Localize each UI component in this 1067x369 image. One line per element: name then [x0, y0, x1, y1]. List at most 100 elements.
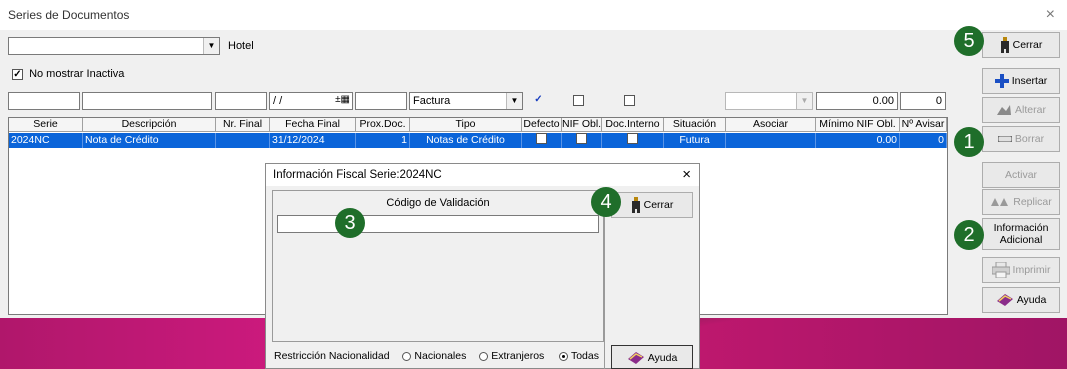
edit-pencil-icon: [997, 105, 1012, 116]
chevron-down-icon[interactable]: ▼: [203, 38, 219, 54]
checkbox[interactable]: [627, 133, 638, 144]
cell-doc-interno: [602, 133, 664, 148]
cell-serie: 2024NC: [9, 133, 83, 148]
col-header-nr-final[interactable]: Nr. Final: [216, 118, 270, 132]
filter-tipo-value: Factura: [413, 95, 451, 107]
filter-serie[interactable]: [8, 92, 80, 110]
filter-minimo[interactable]: 0.00: [816, 92, 898, 110]
filter-fecha-value: / /: [273, 95, 283, 107]
col-header-asociar[interactable]: Asociar: [726, 118, 816, 132]
radio-nacionales-label: Nacionales: [414, 350, 467, 362]
filter-fecha-final[interactable]: / / ±▦: [269, 92, 353, 110]
cell-avisar: 0: [900, 133, 947, 148]
checkbox[interactable]: [536, 133, 547, 144]
dialog-titlebar: Información Fiscal Serie:2024NC ×: [266, 164, 699, 186]
cell-descripcion: Nota de Crédito: [83, 133, 216, 148]
plus-cross-icon: [994, 74, 1009, 89]
imprimir-label: Imprimir: [1012, 264, 1051, 276]
radio-todas-label: Todas: [570, 350, 599, 362]
info-label-line2: Adicional: [999, 234, 1043, 246]
col-header-fecha-final[interactable]: Fecha Final: [270, 118, 356, 132]
cerrar-button[interactable]: Cerrar: [982, 32, 1060, 58]
col-header-minimo[interactable]: Mínimo NIF Obl.: [816, 118, 900, 132]
col-header-prox-doc[interactable]: Prox.Doc.: [356, 118, 410, 132]
person-exit-icon: [631, 197, 640, 214]
alterar-label: Alterar: [1015, 104, 1046, 116]
replicar-button[interactable]: Replicar: [982, 189, 1060, 215]
filter-doc-interno-check[interactable]: [624, 95, 635, 106]
filter-nif-check[interactable]: [573, 95, 584, 106]
step-badge-3: 3: [335, 208, 365, 238]
filter-defecto-check[interactable]: ✓: [533, 95, 544, 106]
chevron-down-icon[interactable]: ▼: [506, 93, 522, 109]
hotel-label: Hotel: [228, 40, 254, 52]
activar-button[interactable]: Activar: [982, 162, 1060, 188]
codigo-validacion-input[interactable]: [277, 215, 599, 233]
filter-nr-final[interactable]: [215, 92, 267, 110]
table-row[interactable]: 2024NC Nota de Crédito 31/12/2024 1 Nota…: [9, 133, 947, 148]
codigo-validacion-label: Código de Validación: [386, 197, 490, 209]
col-header-descripcion[interactable]: Descripción: [83, 118, 216, 132]
filter-asociar-combo[interactable]: ▼: [725, 92, 813, 110]
help-book-icon: [996, 294, 1013, 307]
window-titlebar: Series de Documentos ×: [0, 0, 1067, 30]
col-header-avisar[interactable]: Nº Avisar: [900, 118, 947, 132]
printer-icon: [991, 262, 1010, 279]
cell-defecto: [522, 133, 562, 148]
no-mostrar-inactiva-checkbox[interactable]: ✓ No mostrar Inactiva: [12, 68, 124, 80]
col-header-tipo[interactable]: Tipo: [410, 118, 522, 132]
col-header-doc-interno[interactable]: Doc.Interno: [602, 118, 664, 132]
imprimir-button[interactable]: Imprimir: [982, 257, 1060, 283]
borrar-label: Borrar: [1014, 133, 1045, 145]
no-mostrar-inactiva-label: No mostrar Inactiva: [29, 68, 125, 80]
replicate-icon: [991, 198, 1009, 207]
dialog-cerrar-button[interactable]: Cerrar: [611, 192, 693, 218]
chevron-down-icon[interactable]: ▼: [796, 93, 812, 109]
radio-todas[interactable]: Todas: [559, 350, 599, 362]
cell-nif-obl: [562, 133, 602, 148]
radio-button[interactable]: [479, 351, 489, 361]
cell-nr-final: [216, 133, 270, 148]
minus-icon: [997, 136, 1012, 143]
restriccion-label: Restricción Nacionalidad: [274, 350, 390, 362]
col-header-serie[interactable]: Serie: [9, 118, 83, 132]
radio-extranjeros-label: Extranjeros: [491, 350, 545, 362]
ayuda-label: Ayuda: [1016, 294, 1047, 306]
filter-descripcion[interactable]: [82, 92, 212, 110]
cell-situacion: Futura: [664, 133, 726, 148]
ayuda-button[interactable]: Ayuda: [982, 287, 1060, 313]
filter-prox-doc[interactable]: [355, 92, 407, 110]
radio-button[interactable]: [402, 351, 412, 361]
window-title: Series de Documentos: [8, 8, 130, 22]
col-header-defecto[interactable]: Defecto: [522, 118, 562, 132]
dialog-close-icon[interactable]: ×: [682, 166, 691, 183]
alterar-button[interactable]: Alterar: [982, 97, 1060, 123]
radio-extranjeros[interactable]: Extranjeros: [479, 350, 544, 362]
dialog-ayuda-label: Ayuda: [647, 352, 678, 364]
dialog-cerrar-label: Cerrar: [643, 199, 674, 211]
calendar-icon[interactable]: ±▦: [335, 94, 350, 105]
checkbox-mark: ✓: [12, 69, 23, 80]
step-badge-1: 1: [954, 127, 984, 157]
filter-avisar[interactable]: 0: [900, 92, 946, 110]
step-badge-4: 4: [591, 187, 621, 217]
cell-tipo: Notas de Crédito: [410, 133, 522, 148]
help-book-icon: [627, 352, 644, 365]
step-badge-2: 2: [954, 220, 984, 250]
window-close-icon[interactable]: ×: [1046, 6, 1055, 24]
dialog-ayuda-button[interactable]: Ayuda: [611, 345, 693, 369]
radio-nacionales[interactable]: Nacionales: [402, 350, 466, 362]
activar-label: Activar: [1004, 169, 1038, 181]
col-header-nif-obl[interactable]: NIF Obl.: [562, 118, 602, 132]
col-header-situacion[interactable]: Situación: [664, 118, 726, 132]
cerrar-label: Cerrar: [1012, 39, 1043, 51]
checkbox[interactable]: [576, 133, 587, 144]
filter-tipo-combo[interactable]: Factura ▼: [409, 92, 523, 110]
person-exit-icon: [1000, 37, 1009, 54]
hotel-combo[interactable]: ▼: [8, 37, 220, 55]
informacion-adicional-button[interactable]: Información Adicional: [982, 218, 1060, 250]
insertar-button[interactable]: Insertar: [982, 68, 1060, 94]
borrar-button[interactable]: Borrar: [982, 126, 1060, 152]
cell-prox-doc: 1: [356, 133, 410, 148]
radio-button-selected[interactable]: [559, 351, 569, 361]
